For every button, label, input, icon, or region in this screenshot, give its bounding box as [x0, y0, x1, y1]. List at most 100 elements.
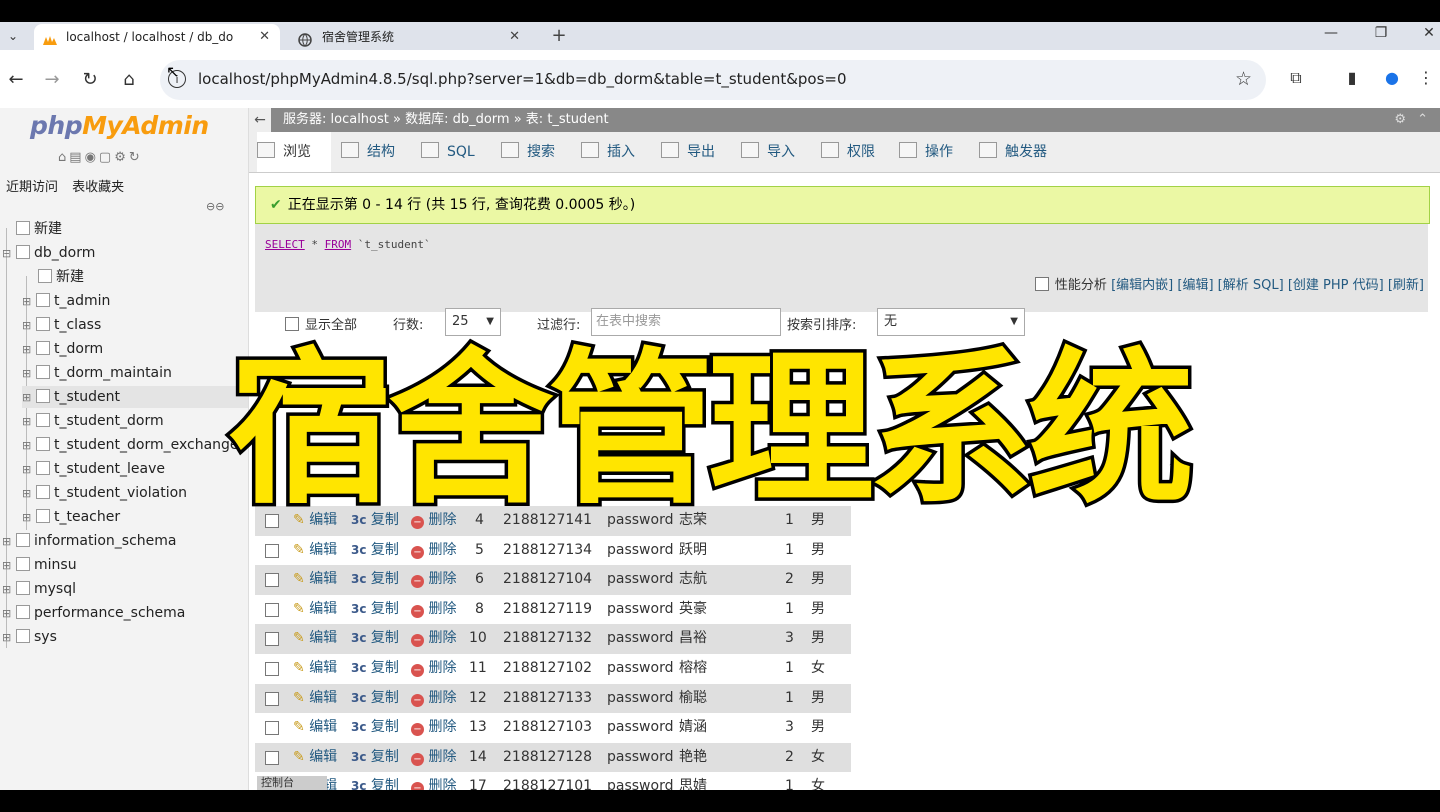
profiling-checkbox[interactable]	[1035, 277, 1049, 291]
bookmark-star-icon[interactable]: ☆	[1235, 68, 1252, 90]
copy-action[interactable]: 3c 复制	[351, 684, 399, 714]
expand-icon[interactable]: ⊞	[22, 339, 34, 361]
expand-icon[interactable]: ⊞	[22, 507, 34, 529]
collapse-all-icon[interactable]: ⊖⊖	[206, 200, 224, 213]
delete-action[interactable]: − 删除	[411, 565, 456, 595]
copy-link[interactable]: 复制	[371, 571, 399, 587]
edit-action[interactable]: ✎ 编辑	[293, 565, 337, 595]
address-bar[interactable]: i localhost/phpMyAdmin4.8.5/sql.php?serv…	[160, 60, 1266, 100]
tree-table-t_student_violation[interactable]: ⊞t_student_violation	[22, 482, 187, 504]
delete-action[interactable]: − 删除	[411, 595, 456, 625]
tree-table-t_student[interactable]: ⊞t_student	[22, 386, 248, 408]
logout-icon[interactable]: ▤	[69, 150, 84, 165]
copy-link[interactable]: 复制	[371, 719, 399, 735]
tab-browse[interactable]: 浏览	[257, 132, 331, 172]
expand-icon[interactable]: ⊞	[22, 387, 34, 409]
tree-db-information_schema[interactable]: ⊞information_schema	[2, 530, 177, 552]
tab-triggers[interactable]: 触发器	[979, 132, 1047, 172]
copy-link[interactable]: 复制	[371, 542, 399, 558]
copy-link[interactable]: 复制	[371, 601, 399, 617]
tree-db-db_dorm[interactable]: ⊟db_dorm	[2, 242, 95, 264]
tree-db-mysql[interactable]: ⊞mysql	[2, 578, 76, 600]
row-checkbox[interactable]	[265, 603, 279, 617]
tree-table-t_dorm[interactable]: ⊞t_dorm	[22, 338, 103, 360]
refresh-link[interactable]: [刷新]	[1388, 278, 1424, 293]
scroll-top-icon[interactable]: ⌃	[1417, 108, 1428, 132]
delete-link[interactable]: 删除	[428, 571, 456, 587]
copy-link[interactable]: 复制	[371, 690, 399, 706]
back-icon[interactable]: ←	[4, 68, 28, 92]
explain-sql-link[interactable]: [解析 SQL]	[1218, 278, 1284, 293]
reload-nav-icon[interactable]: ↻	[129, 150, 143, 165]
delete-link[interactable]: 删除	[428, 630, 456, 646]
sql-keyword[interactable]: FROM	[325, 238, 352, 251]
docs-icon[interactable]: ▢	[99, 150, 114, 165]
edit-action[interactable]: ✎ 编辑	[293, 624, 337, 654]
delete-action[interactable]: − 删除	[411, 772, 456, 790]
tree-table-t_admin[interactable]: ⊞t_admin	[22, 290, 110, 312]
breadcrumb-text[interactable]: 服务器: localhost » 数据库: db_dorm » 表: t_stu…	[283, 108, 609, 132]
expand-icon[interactable]: ⊞	[22, 435, 34, 457]
edit-inline-link[interactable]: [编辑内嵌]	[1111, 278, 1173, 293]
tab-export[interactable]: 导出	[661, 132, 715, 172]
tree-table-t_dorm_maintain[interactable]: ⊞t_dorm_maintain	[22, 362, 172, 384]
copy-action[interactable]: 3c 复制	[351, 565, 399, 595]
delete-action[interactable]: − 删除	[411, 684, 456, 714]
tree-table-t_student_dorm[interactable]: ⊞t_student_dorm	[22, 410, 164, 432]
close-tab-icon[interactable]: ✕	[509, 24, 520, 50]
close-tab-icon[interactable]: ✕	[259, 24, 270, 50]
expand-icon[interactable]: ⊞	[22, 315, 34, 337]
delete-action[interactable]: − 删除	[411, 743, 456, 773]
delete-link[interactable]: 删除	[428, 778, 456, 790]
edit-link[interactable]: [编辑]	[1177, 278, 1213, 293]
expand-icon[interactable]: ⊞	[22, 459, 34, 481]
extensions-icon[interactable]: ⧉	[1284, 68, 1308, 92]
row-checkbox[interactable]	[265, 573, 279, 587]
expand-icon[interactable]: ⊞	[22, 411, 34, 433]
show-all-checkbox[interactable]	[285, 317, 299, 331]
favorite-tables-link[interactable]: 表收藏夹	[72, 180, 124, 195]
delete-action[interactable]: − 删除	[411, 624, 456, 654]
phpmyadmin-logo[interactable]: phpMyAdmin	[30, 111, 209, 140]
console-toggle[interactable]: 控制台	[257, 776, 327, 790]
edit-action[interactable]: ✎ 编辑	[293, 654, 337, 684]
delete-link[interactable]: 删除	[428, 749, 456, 765]
row-checkbox[interactable]	[265, 662, 279, 676]
copy-action[interactable]: 3c 复制	[351, 713, 399, 743]
reload-icon[interactable]: ↻	[78, 68, 102, 92]
tab-operations[interactable]: 操作	[899, 132, 953, 172]
delete-link[interactable]: 删除	[428, 542, 456, 558]
edit-link[interactable]: 编辑	[309, 571, 337, 587]
expand-icon[interactable]: ⊞	[2, 555, 14, 577]
home-icon[interactable]: ⌂	[117, 68, 141, 92]
copy-action[interactable]: 3c 复制	[351, 536, 399, 566]
edit-link[interactable]: 编辑	[309, 749, 337, 765]
edit-action[interactable]: ✎ 编辑	[293, 743, 337, 773]
expand-icon[interactable]: ⊞	[2, 603, 14, 625]
tab-insert[interactable]: 插入	[581, 132, 635, 172]
row-checkbox[interactable]	[265, 632, 279, 646]
edit-link[interactable]: 编辑	[309, 630, 337, 646]
expand-icon[interactable]: ⊞	[22, 363, 34, 385]
tab-search-dropdown-icon[interactable]: ⌄	[4, 27, 22, 45]
collapse-nav-icon[interactable]: ←	[249, 108, 271, 132]
browser-tab-phpmyadmin[interactable]: localhost / localhost / db_do ✕	[34, 24, 280, 50]
side-panel-icon[interactable]: ▮	[1340, 68, 1364, 92]
edit-link[interactable]: 编辑	[309, 660, 337, 676]
tab-search[interactable]: 搜索	[501, 132, 555, 172]
delete-link[interactable]: 删除	[428, 601, 456, 617]
row-checkbox[interactable]	[265, 751, 279, 765]
restore-icon[interactable]: ❐	[1366, 25, 1396, 41]
sql-query[interactable]: SELECT * FROM `t_student`	[265, 238, 431, 251]
row-checkbox[interactable]	[265, 544, 279, 558]
browser-menu-icon[interactable]: ⋮	[1414, 68, 1438, 92]
copy-link[interactable]: 复制	[371, 630, 399, 646]
edit-link[interactable]: 编辑	[309, 601, 337, 617]
edit-link[interactable]: 编辑	[309, 690, 337, 706]
expand-icon[interactable]: ⊞	[2, 627, 14, 649]
copy-action[interactable]: 3c 复制	[351, 624, 399, 654]
tree-table-t_class[interactable]: ⊞t_class	[22, 314, 101, 336]
rows-select[interactable]: 25▼	[445, 308, 501, 336]
profile-icon[interactable]: ●	[1380, 68, 1404, 92]
tree-db-sys[interactable]: ⊞sys	[2, 626, 57, 648]
